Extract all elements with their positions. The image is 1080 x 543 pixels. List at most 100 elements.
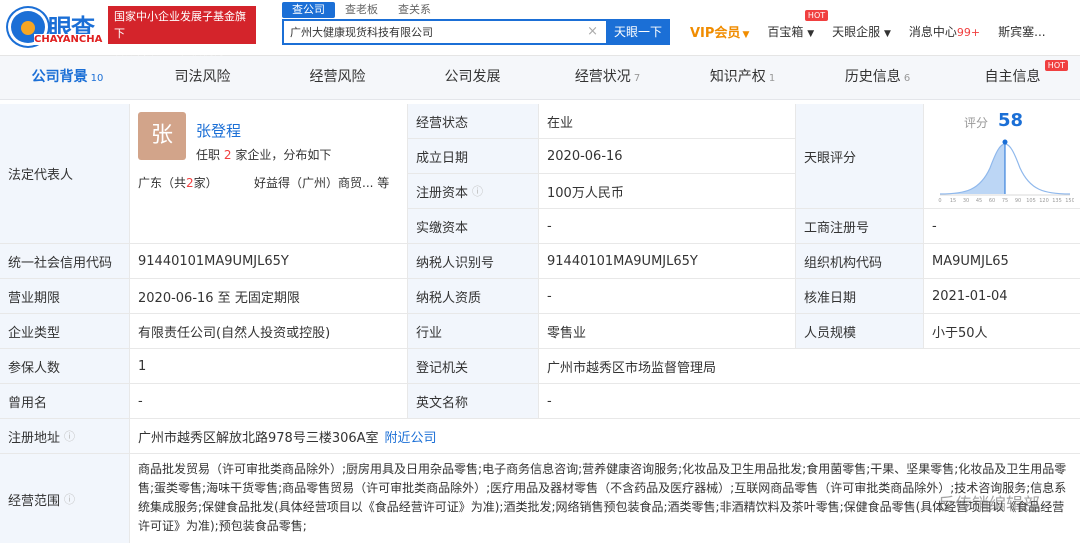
- score-bell-curve: 0 15 30 45 60 75 90 105 120 135 150: [938, 139, 1074, 204]
- tab-judicial-risk[interactable]: 司法风险: [135, 56, 270, 99]
- paid-capital-value: -: [539, 209, 796, 243]
- term-label: 营业期限: [0, 279, 130, 313]
- tab-operating-status[interactable]: 经营状况 7: [540, 56, 675, 99]
- credit-code-label: 统一社会信用代码: [0, 244, 130, 278]
- reg-no-value: -: [932, 218, 937, 234]
- mid-block: 经营状态 在业 成立日期 2020-06-16 注册资本 ⓘ 100万人民币 实缴…: [408, 104, 796, 243]
- reg-no-label: 工商注册号: [796, 209, 924, 243]
- axis-tick-label: 135: [1052, 198, 1062, 204]
- axis-tick-label: 120: [1039, 198, 1049, 204]
- user-menu[interactable]: 斯宾塞...: [998, 23, 1045, 40]
- org-code-value: MA9UMJL65: [932, 253, 1009, 269]
- hot-badge: HOT: [1044, 60, 1068, 71]
- axis-ticks: 0 15 30 45 60 75 90 105 120 135 150: [938, 198, 1074, 204]
- axis-tick-label: 75: [1002, 198, 1008, 204]
- founded-label: 成立日期: [408, 139, 539, 173]
- baibaoxiang-link[interactable]: 百宝箱 HOT ▼: [767, 10, 829, 40]
- tab-search-boss[interactable]: 查老板: [335, 2, 388, 18]
- tab-intellectual-property[interactable]: 知识产权 1: [675, 56, 810, 99]
- region-suffix: 家）: [193, 176, 218, 190]
- address-value: 广州市越秀区解放北路978号三楼306A室: [138, 430, 379, 446]
- chevron-down-icon: ▼: [742, 30, 750, 40]
- former-name-value: -: [130, 384, 408, 418]
- tab-company-background[interactable]: 公司背景 10: [0, 56, 135, 99]
- section-tabs: 公司背景 10 司法风险 经营风险 公司发展 经营状况 7 知识产权 1 历史信息 6 …: [0, 56, 1080, 100]
- credit-code-value: 91440101MA9UMJL65Y: [130, 244, 408, 278]
- type-value: 有限责任公司(自然人投资或控股): [130, 314, 408, 348]
- clear-icon[interactable]: ×: [587, 24, 598, 39]
- search-input[interactable]: [284, 21, 584, 43]
- tab-label: 自主信息: [984, 69, 1041, 85]
- tab-label: 公司背景: [31, 69, 88, 85]
- positions-count[interactable]: 2: [224, 148, 232, 162]
- taxpayer-qual-label: 纳税人资质: [408, 279, 539, 313]
- axis-tick-label: 0: [938, 198, 941, 204]
- industry-label: 行业: [408, 314, 539, 348]
- top-header: 眼查 CHAYANCHA 国家中小企业发展子基金旗下 官方备案企业征信机构 查公…: [0, 0, 1080, 57]
- vip-member-link[interactable]: VIP会员 ▼: [690, 22, 749, 41]
- tab-self-info[interactable]: 自主信息 HOT: [945, 56, 1080, 99]
- help-icon[interactable]: ⓘ: [64, 491, 75, 507]
- search-type-tabs: 查公司 查老板 查关系: [282, 2, 441, 18]
- address-label-text: 注册地址: [8, 430, 61, 446]
- top-nav: VIP会员 ▼ 百宝箱 HOT ▼ 天眼企服 ▼ 消息中心99+ 斯宾塞...: [690, 10, 1064, 41]
- address-cell: 广州市越秀区解放北路978号三楼306A室 附近公司: [130, 419, 1080, 453]
- former-name-label: 曾用名: [0, 384, 130, 418]
- positions-suffix: 家企业，分布如下: [235, 148, 332, 162]
- approve-date-value: 2021-01-04: [932, 288, 1008, 304]
- chevron-down-icon: ▼: [807, 29, 815, 39]
- score-block: 天眼评分 评分 58 0 15 30 45 60 75 90 105 120 135 150 工商注…: [796, 104, 1080, 243]
- axis-tick-label: 105: [1026, 198, 1036, 204]
- tab-company-development[interactable]: 公司发展: [405, 56, 540, 99]
- taxpayer-qual-value: -: [539, 279, 796, 313]
- watermark: 反传销编辑部: [938, 495, 1040, 515]
- legal-rep-label: 法定代表人: [0, 104, 130, 243]
- search-button[interactable]: 天眼一下: [606, 19, 670, 45]
- term-value: 2020-06-16 至 无固定期限: [130, 279, 408, 313]
- legal-rep-company[interactable]: 好益得（广州）商贸... 等: [254, 174, 389, 191]
- staff-label: 人员规模: [796, 314, 924, 348]
- score-value: 58: [998, 110, 1024, 131]
- tab-count: 10: [90, 73, 104, 84]
- axis-tick-label: 30: [963, 198, 969, 204]
- legal-rep-positions: 任职 2 家企业，分布如下: [196, 146, 331, 163]
- legal-rep-cell: 张 张登程 任职 2 家企业，分布如下 广东（共2家） 好益得（广州）商贸...…: [130, 104, 408, 243]
- founded-value: 2020-06-16: [539, 139, 796, 173]
- region-count: 2: [186, 176, 194, 190]
- org-code-label: 组织机构代码: [796, 244, 924, 278]
- type-label: 企业类型: [0, 314, 130, 348]
- axis-tick-label: 90: [1015, 198, 1021, 204]
- message-center-link[interactable]: 消息中心99+: [909, 23, 980, 40]
- tab-count: 1: [768, 73, 776, 84]
- tab-history[interactable]: 历史信息 6: [810, 56, 945, 99]
- tianyancha-logo[interactable]: 眼查 CHAYANCHA: [0, 4, 110, 50]
- tab-label: 司法风险: [174, 69, 231, 85]
- qiye-service-link[interactable]: 天眼企服 ▼: [832, 23, 891, 40]
- search-box: ×: [282, 19, 608, 45]
- axis-tick-label: 15: [950, 198, 956, 204]
- approve-date-label: 核准日期: [796, 279, 924, 313]
- baibaoxiang-label: 百宝箱: [767, 25, 804, 39]
- tab-search-relation[interactable]: 查关系: [388, 2, 441, 18]
- tab-search-company[interactable]: 查公司: [282, 2, 335, 18]
- nearby-companies-link[interactable]: 附近公司: [385, 427, 437, 446]
- tab-count: 7: [633, 73, 641, 84]
- paid-capital-label: 实缴资本: [408, 209, 539, 243]
- authority-label: 登记机关: [408, 349, 539, 383]
- scope-label-text: 经营范围: [8, 493, 61, 509]
- tab-label: 历史信息: [844, 69, 901, 85]
- help-icon[interactable]: ⓘ: [472, 183, 483, 199]
- positions-prefix: 任职: [196, 148, 221, 162]
- legal-rep-region: 广东（共2家）: [138, 174, 218, 191]
- bell-fill: [940, 144, 1005, 194]
- authority-value: 广州市越秀区市场监督管理局: [547, 360, 717, 376]
- messages-count: 99+: [956, 26, 981, 39]
- english-name-value: -: [547, 393, 552, 409]
- tab-operating-risk[interactable]: 经营风险: [270, 56, 405, 99]
- tab-label: 经营风险: [309, 69, 366, 85]
- help-icon[interactable]: ⓘ: [64, 428, 75, 444]
- brand-sub: CHAYANCHA: [34, 34, 103, 45]
- avatar[interactable]: 张: [138, 112, 186, 160]
- score-cell[interactable]: 评分 58 0 15 30 45 60 75 90 105 120 135 150: [924, 104, 1080, 208]
- legal-rep-name[interactable]: 张登程: [196, 120, 241, 141]
